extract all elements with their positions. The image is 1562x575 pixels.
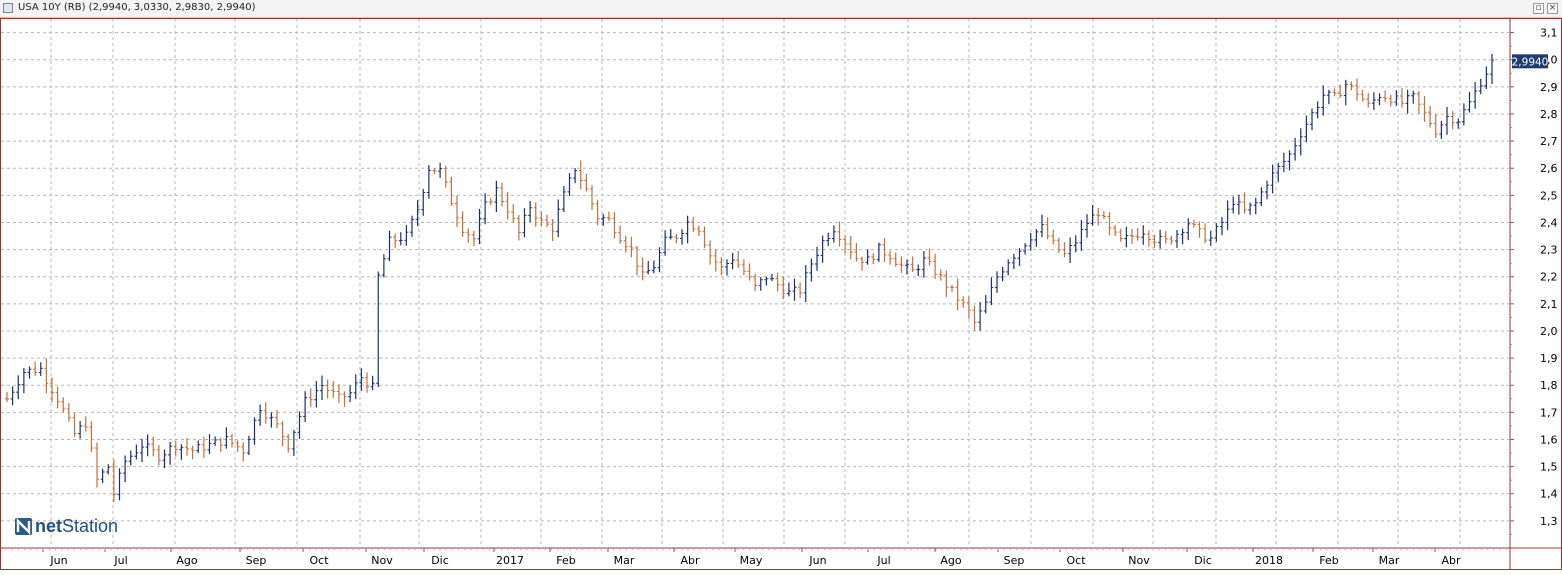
x-tick-label: Nov bbox=[371, 554, 393, 567]
y-tick-label: 1,5 bbox=[1540, 461, 1558, 474]
x-tick-label: Sep bbox=[1004, 554, 1025, 567]
y-tick-label: 1,8 bbox=[1540, 379, 1558, 392]
x-tick-label: Jun bbox=[49, 554, 67, 567]
y-tick-label: 1,4 bbox=[1540, 488, 1558, 501]
y-tick-label: 2,7 bbox=[1540, 135, 1558, 148]
x-tick-label: Jun bbox=[808, 554, 826, 567]
y-tick-label: 1,7 bbox=[1540, 406, 1558, 419]
y-tick-label: 1,9 bbox=[1540, 352, 1558, 365]
x-tick-label: Nov bbox=[1128, 554, 1150, 567]
logo-icon bbox=[15, 518, 32, 535]
price-chart: 1,3 1,4 1,5 1,6 1,7 1,8 1,9 2,0 2,1 2,2 2,3 2,4 2,5 2… bbox=[0, 18, 1562, 570]
x-tick-label: Jul bbox=[876, 554, 890, 567]
window-title: USA 10Y (RB) (2,9940, 3,0330, 2,9830, 2,… bbox=[18, 2, 256, 13]
x-tick-label: Mar bbox=[614, 554, 635, 567]
y-tick-label: 2,3 bbox=[1540, 244, 1558, 257]
x-tick-label: Sep bbox=[246, 554, 267, 567]
x-tick-label: Oct bbox=[1066, 554, 1086, 567]
x-tick-label: Dic bbox=[1194, 554, 1212, 567]
chart-window-icon bbox=[3, 3, 13, 13]
chart-area[interactable]: 1,3 1,4 1,5 1,6 1,7 1,8 1,9 2,0 2,1 2,2 2,3 2,4 2,5 2… bbox=[0, 18, 1562, 570]
x-tick-label: 2017 bbox=[496, 554, 524, 567]
last-value-label: 2,9940 bbox=[1512, 56, 1549, 68]
logo-text: netStation bbox=[35, 516, 119, 536]
y-tick-label: 3,1 bbox=[1540, 27, 1558, 40]
y-tick-label: 1,3 bbox=[1540, 515, 1558, 528]
y-tick-label: 2,6 bbox=[1540, 162, 1558, 175]
y-tick-label: 2,4 bbox=[1540, 216, 1558, 229]
x-tick-label: Ago bbox=[176, 554, 198, 567]
x-tick-label: May bbox=[740, 554, 763, 567]
y-tick-label: 2,5 bbox=[1540, 189, 1558, 202]
y-tick-label: 2,8 bbox=[1540, 108, 1558, 121]
y-tick-label: 2,0 bbox=[1540, 325, 1558, 338]
x-tick-label: Mar bbox=[1379, 554, 1400, 567]
x-tick-label: Abr bbox=[680, 554, 700, 567]
chart-frame-border bbox=[0, 18, 1562, 570]
x-tick-label: Jul bbox=[113, 554, 127, 567]
restore-icon[interactable]: ▫ bbox=[1533, 3, 1544, 14]
y-tick-label: 1,6 bbox=[1540, 433, 1558, 446]
x-tick-label: Feb bbox=[556, 554, 575, 567]
window-titlebar: USA 10Y (RB) (2,9940, 3,0330, 2,9830, 2,… bbox=[0, 0, 1562, 18]
x-tick-label: Ago bbox=[940, 554, 962, 567]
x-tick-label: Feb bbox=[1319, 554, 1338, 567]
y-tick-label: 2,1 bbox=[1540, 298, 1558, 311]
x-tick-label: Oct bbox=[309, 554, 329, 567]
close-icon[interactable]: × bbox=[1547, 3, 1558, 14]
y-tick-label: 2,2 bbox=[1540, 271, 1558, 284]
x-tick-label: 2018 bbox=[1255, 554, 1283, 567]
x-tick-label: Abr bbox=[1441, 554, 1461, 567]
y-tick-label: 2,9 bbox=[1540, 81, 1558, 94]
x-tick-label: Dic bbox=[431, 554, 449, 567]
